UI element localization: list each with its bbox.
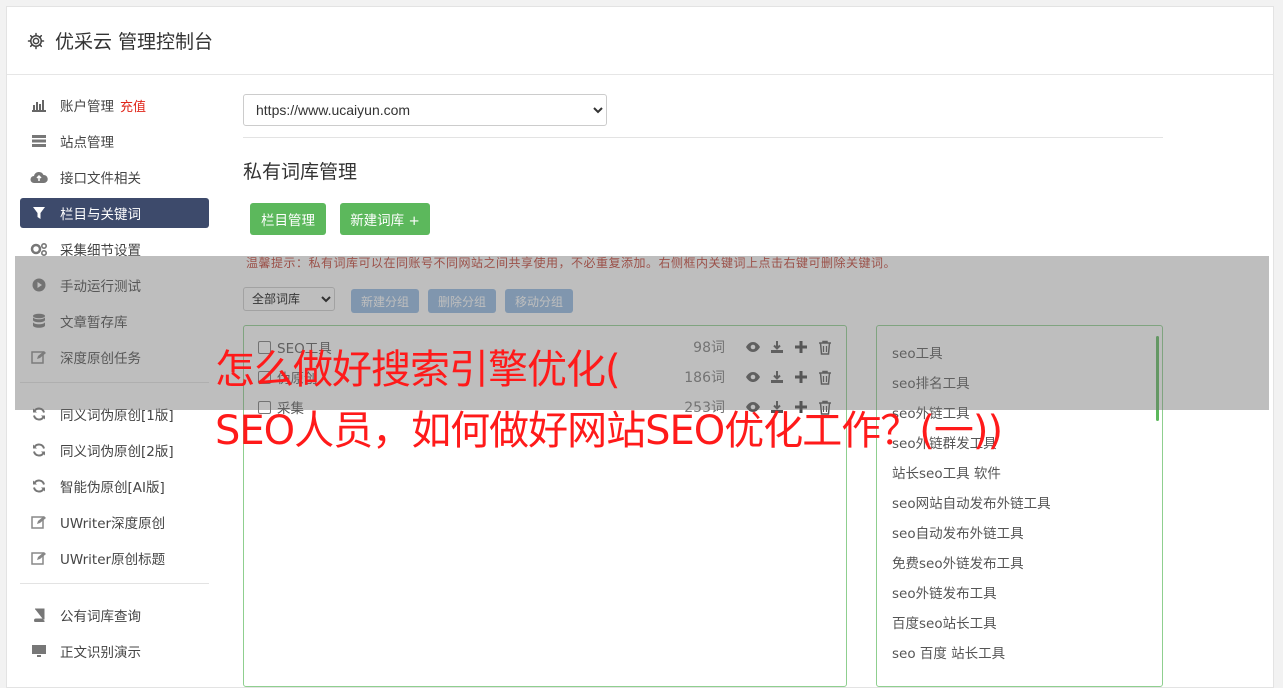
keyword-item[interactable]: seo自动发布外链工具 [892,522,1024,542]
sidebar-item-label: UWriter原创标题 [60,552,166,568]
sidebar-item-label: UWriter深度原创 [60,516,166,532]
overlay-title-line2: SEO人员，如何做好网站SEO优化工作？(一)) [215,408,1003,454]
sidebar-item-label: 接口文件相关 [60,171,141,187]
keyword-item[interactable]: 百度seo站长工具 [892,612,997,632]
sidebar-item-synonym-v2[interactable]: 同义词伪原创[2版] [20,435,209,465]
main-content: https://www.ucaiyun.com 私有词库管理 栏目管理 新建词库… [243,94,1163,687]
keyword-item[interactable]: seo外链发布工具 [892,582,997,602]
gears-icon [30,241,48,257]
keyword-item[interactable]: seo 百度 站长工具 [892,642,1005,662]
sidebar-item-uwriter-title[interactable]: UWriter原创标题 [20,543,209,573]
keyword-item[interactable]: 免费seo外链发布工具 [892,552,1024,572]
filter-icon [30,205,48,221]
sidebar-item-ai-rewrite[interactable]: 智能伪原创[AI版] [20,471,209,501]
sidebar-item-label: 栏目与关键词 [60,207,141,223]
sidebar-item-sites[interactable]: 站点管理 [20,126,209,156]
sidebar-item-uwriter-deep[interactable]: UWriter深度原创 [20,507,209,537]
book-icon [30,607,48,623]
bar-chart-icon [30,97,48,113]
sidebar-item-label: 账户管理 [60,99,114,115]
gear-icon [27,32,45,49]
divider [243,137,1163,138]
sidebar-item-label: 同义词伪原创[2版] [60,444,174,460]
site-select[interactable]: https://www.ucaiyun.com [243,94,607,126]
caption-overlay [15,256,1269,410]
sidebar-item-account[interactable]: 账户管理 充值 [20,90,209,120]
recharge-link[interactable]: 充值 [120,96,146,115]
refresh-icon [30,478,48,494]
page-header: 优采云 管理控制台 [7,7,1273,75]
sidebar-item-columns-keywords[interactable]: 栏目与关键词 [20,198,209,228]
sidebar-item-label: 公有词库查询 [60,609,141,625]
sidebar-item-interface-files[interactable]: 接口文件相关 [20,162,209,192]
column-manage-button[interactable]: 栏目管理 [250,203,326,235]
sidebar-item-text-recognition[interactable]: 正文识别演示 [20,636,209,666]
keyword-item[interactable]: seo网站自动发布外链工具 [892,492,1051,512]
overlay-title-line1: 怎么做好搜索引擎优化( [215,347,621,393]
refresh-icon [30,442,48,458]
monitor-icon [30,643,48,659]
app-title: 优采云 管理控制台 [55,31,214,53]
section-title: 私有词库管理 [243,161,358,183]
new-library-button[interactable]: 新建词库 + [340,203,430,235]
sidebar-item-label: 正文识别演示 [60,645,141,661]
sidebar-divider [20,583,209,584]
sidebar-item-label: 站点管理 [60,135,114,151]
cloud-upload-icon [30,169,48,185]
edit-icon [30,550,48,566]
sidebar-item-public-library[interactable]: 公有词库查询 [20,600,209,630]
server-icon [30,133,48,149]
keyword-item[interactable]: 站长seo工具 软件 [892,462,1001,482]
sidebar-item-label: 智能伪原创[AI版] [60,480,165,496]
edit-icon [30,514,48,530]
